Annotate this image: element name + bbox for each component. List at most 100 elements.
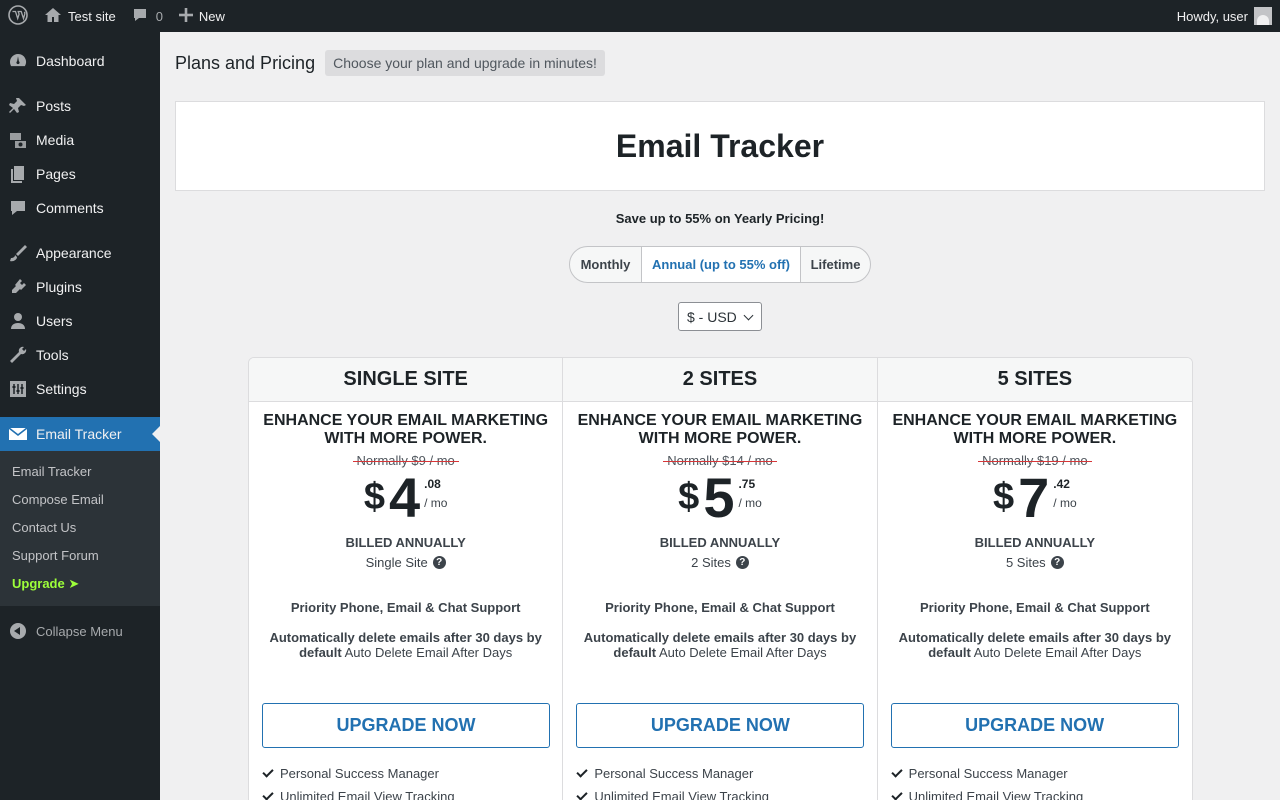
plan-normal-price: Normally $9 / mo bbox=[249, 453, 562, 468]
feature-list: Personal Success Manager Unlimited Email… bbox=[576, 762, 769, 800]
feature-label: Unlimited Email View Tracking bbox=[594, 789, 769, 800]
site-name: Test site bbox=[68, 8, 116, 24]
home-icon bbox=[44, 7, 62, 26]
new-content-link[interactable]: New bbox=[171, 0, 233, 32]
price-period: / mo bbox=[1053, 496, 1077, 510]
autodelete-rest: Auto Delete Email After Days bbox=[658, 645, 827, 660]
plan-support: Priority Phone, Email & Chat Support bbox=[290, 600, 521, 615]
sidebar-label: Plugins bbox=[36, 279, 82, 295]
sites-label: 2 Sites bbox=[691, 555, 731, 570]
billing-cycle-toggle: Monthly Annual (up to 55% off) Lifetime bbox=[569, 246, 871, 283]
sidebar-item-comments[interactable]: Comments bbox=[0, 191, 160, 225]
user-icon bbox=[0, 311, 36, 331]
feature-label: Personal Success Manager bbox=[280, 766, 439, 781]
price-period: / mo bbox=[738, 496, 762, 510]
billing-option-monthly[interactable]: Monthly bbox=[570, 247, 641, 282]
upgrade-now-button[interactable]: UPGRADE NOW bbox=[576, 703, 865, 748]
savings-text: Save up to 55% on Yearly Pricing! bbox=[615, 211, 825, 226]
sidebar-item-users[interactable]: Users bbox=[0, 304, 160, 338]
plan-card-5-sites: 5 SITES ENHANCE YOUR EMAIL MARKETING WIT… bbox=[877, 358, 1192, 800]
check-icon bbox=[890, 788, 903, 800]
feature-item: Personal Success Manager bbox=[890, 762, 1084, 785]
envelope-icon bbox=[0, 426, 36, 442]
price-integer: 4 bbox=[388, 466, 421, 529]
plan-name: SINGLE SITE bbox=[249, 358, 563, 402]
plan-normal-price: Normally $19 / mo bbox=[878, 453, 1192, 468]
main-content: Plans and Pricing Choose your plan and u… bbox=[160, 32, 1280, 800]
sidebar-item-appearance[interactable]: Appearance bbox=[0, 236, 160, 270]
question-icon[interactable]: ? bbox=[735, 556, 749, 569]
question-icon[interactable]: ? bbox=[432, 556, 446, 569]
plus-icon bbox=[178, 7, 193, 25]
submenu-upgrade[interactable]: Upgrade ➤ bbox=[0, 570, 160, 598]
price-fraction: .08 / mo bbox=[424, 477, 447, 510]
sidebar-label: Email Tracker bbox=[36, 426, 122, 442]
price-cents: .42 bbox=[1053, 477, 1070, 491]
price-fraction: .42 / mo bbox=[1053, 477, 1076, 510]
sidebar-item-email-tracker[interactable]: Email Tracker bbox=[0, 417, 160, 451]
wordpress-logo-button[interactable] bbox=[0, 0, 36, 32]
plan-name: 2 SITES bbox=[563, 358, 877, 402]
sidebar-label: Settings bbox=[36, 381, 87, 397]
price-fraction: .75 / mo bbox=[738, 477, 761, 510]
submenu-contact-us[interactable]: Contact Us bbox=[0, 514, 160, 542]
upgrade-now-button[interactable]: UPGRADE NOW bbox=[262, 703, 550, 748]
dashboard-icon bbox=[0, 51, 36, 71]
currency-select[interactable]: $ - USD bbox=[678, 302, 762, 331]
site-name-link[interactable]: Test site bbox=[36, 0, 124, 32]
feature-list: Personal Success Manager Unlimited Email… bbox=[890, 762, 1084, 800]
question-icon[interactable]: ? bbox=[1050, 556, 1064, 569]
price-integer: 7 bbox=[1018, 466, 1050, 529]
sidebar-label: Tools bbox=[36, 347, 69, 363]
plan-description: ENHANCE YOUR EMAIL MARKETING WITH MORE P… bbox=[263, 412, 549, 447]
currency-symbol: $ bbox=[363, 476, 385, 518]
feature-label: Personal Success Manager bbox=[908, 766, 1068, 781]
plan-normal-price: Normally $14 / mo bbox=[563, 453, 876, 468]
plan-support: Priority Phone, Email & Chat Support bbox=[605, 600, 835, 615]
sidebar-label: Users bbox=[36, 313, 73, 329]
admin-bar: Test site 0 New Howdy, user bbox=[0, 0, 1280, 32]
price-cents: .75 bbox=[738, 477, 756, 491]
sidebar-item-plugins[interactable]: Plugins bbox=[0, 270, 160, 304]
sidebar-item-pages[interactable]: Pages bbox=[0, 157, 160, 191]
check-icon bbox=[262, 765, 274, 778]
sites-label: Single Site bbox=[365, 555, 428, 570]
submenu-email-tracker[interactable]: Email Tracker bbox=[0, 458, 160, 486]
feature-label: Unlimited Email View Tracking bbox=[908, 789, 1084, 800]
plan-price: $ 5 .75 / mo bbox=[563, 470, 876, 526]
billing-option-annual[interactable]: Annual (up to 55% off) bbox=[641, 247, 801, 282]
billing-note: BILLED ANNUALLY bbox=[659, 535, 781, 550]
sidebar-label: Appearance bbox=[36, 245, 112, 261]
sidebar-item-media[interactable]: Media bbox=[0, 123, 160, 157]
check-icon bbox=[576, 788, 588, 800]
upgrade-now-button[interactable]: UPGRADE NOW bbox=[890, 703, 1179, 748]
sidebar-label: Posts bbox=[36, 98, 72, 114]
sidebar-item-settings[interactable]: Settings bbox=[0, 372, 160, 406]
feature-list: Personal Success Manager Unlimited Email… bbox=[262, 762, 455, 800]
submenu-support-forum[interactable]: Support Forum bbox=[0, 542, 160, 570]
collapse-menu-button[interactable]: Collapse Menu bbox=[0, 614, 160, 648]
comments-link[interactable]: 0 bbox=[124, 0, 171, 32]
sidebar-label: Media bbox=[36, 132, 75, 148]
sidebar-label: Dashboard bbox=[36, 53, 105, 69]
plan-price: $ 7 .42 / mo bbox=[878, 470, 1192, 526]
price-integer: 5 bbox=[703, 466, 735, 529]
plan-price: $ 4 .08 / mo bbox=[249, 470, 562, 526]
billing-option-lifetime[interactable]: Lifetime bbox=[801, 247, 870, 282]
account-menu[interactable]: Howdy, user bbox=[1169, 0, 1280, 32]
email-tracker-submenu: Email Tracker Compose Email Contact Us S… bbox=[0, 451, 160, 606]
chevron-down-icon bbox=[743, 310, 754, 321]
sidebar-item-dashboard[interactable]: Dashboard bbox=[0, 44, 160, 78]
price-cents: .08 bbox=[424, 477, 441, 491]
wrench-icon bbox=[0, 345, 36, 365]
pin-icon bbox=[0, 96, 36, 116]
feature-item: Unlimited Email View Tracking bbox=[890, 785, 1084, 800]
page-tagline: Choose your plan and upgrade in minutes! bbox=[325, 50, 605, 76]
feature-item: Unlimited Email View Tracking bbox=[262, 785, 455, 800]
submenu-compose-email[interactable]: Compose Email bbox=[0, 486, 160, 514]
sites-label: 5 Sites bbox=[1005, 555, 1046, 570]
sidebar-item-tools[interactable]: Tools bbox=[0, 338, 160, 372]
sidebar-item-posts[interactable]: Posts bbox=[0, 89, 160, 123]
feature-label: Unlimited Email View Tracking bbox=[280, 789, 455, 800]
admin-sidebar: Dashboard Posts Media Pages Comments App… bbox=[0, 32, 160, 800]
